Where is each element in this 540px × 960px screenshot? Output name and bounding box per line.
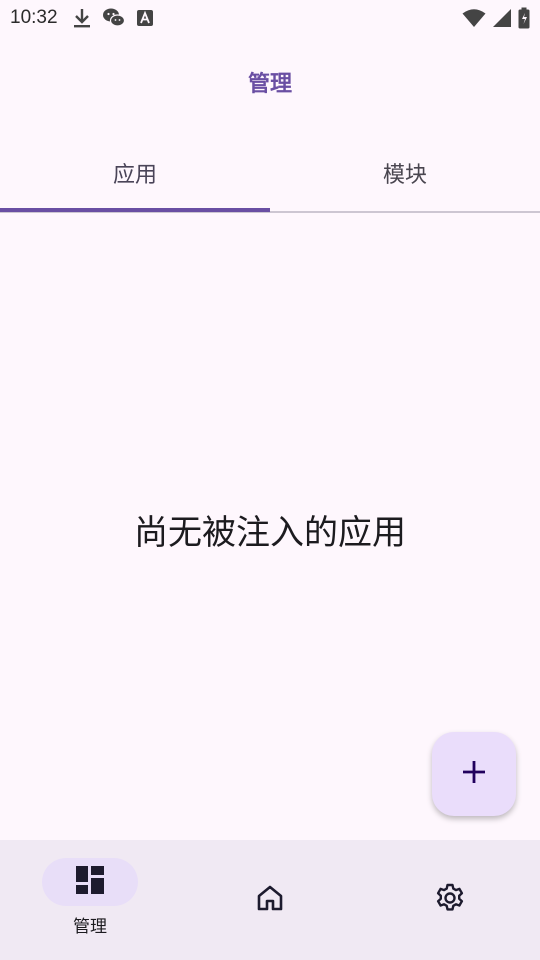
tab-modules[interactable]: 模块 [270,140,540,211]
nav-item-manage-indicator [42,858,138,906]
tab-apps-label: 应用 [112,162,157,188]
tab-indicator [0,208,270,212]
text-a-icon [136,9,154,27]
nav-item-home-indicator [222,876,318,924]
status-time: 10:32 [10,7,58,28]
nav-item-manage-label: 管理 [73,917,107,937]
wechat-icon [102,7,126,29]
status-left: 10:32 [10,7,154,29]
tab-modules-label: 模块 [382,162,427,188]
status-notification-icons [72,7,154,29]
nav-item-settings[interactable] [360,840,540,960]
bottom-navigation: 管理 [0,840,540,960]
add-button[interactable] [432,732,516,816]
nav-item-manage[interactable]: 管理 [0,840,180,960]
nav-item-settings-indicator [402,876,498,924]
dashboard-icon [75,865,105,899]
page-title: 管理 [247,72,292,97]
empty-state-message: 尚无被注入的应用 [134,513,406,553]
tab-apps[interactable]: 应用 [0,140,270,211]
wifi-icon [462,8,486,28]
status-bar: 10:32 [0,0,540,36]
signal-icon [492,8,512,28]
nav-item-home[interactable] [180,840,360,960]
plus-icon [461,759,487,789]
home-icon [255,883,285,917]
status-system-icons [462,7,530,29]
tab-bar: 应用 模块 [0,140,540,213]
download-icon [72,7,92,29]
battery-icon [518,7,530,29]
settings-icon [434,882,466,918]
